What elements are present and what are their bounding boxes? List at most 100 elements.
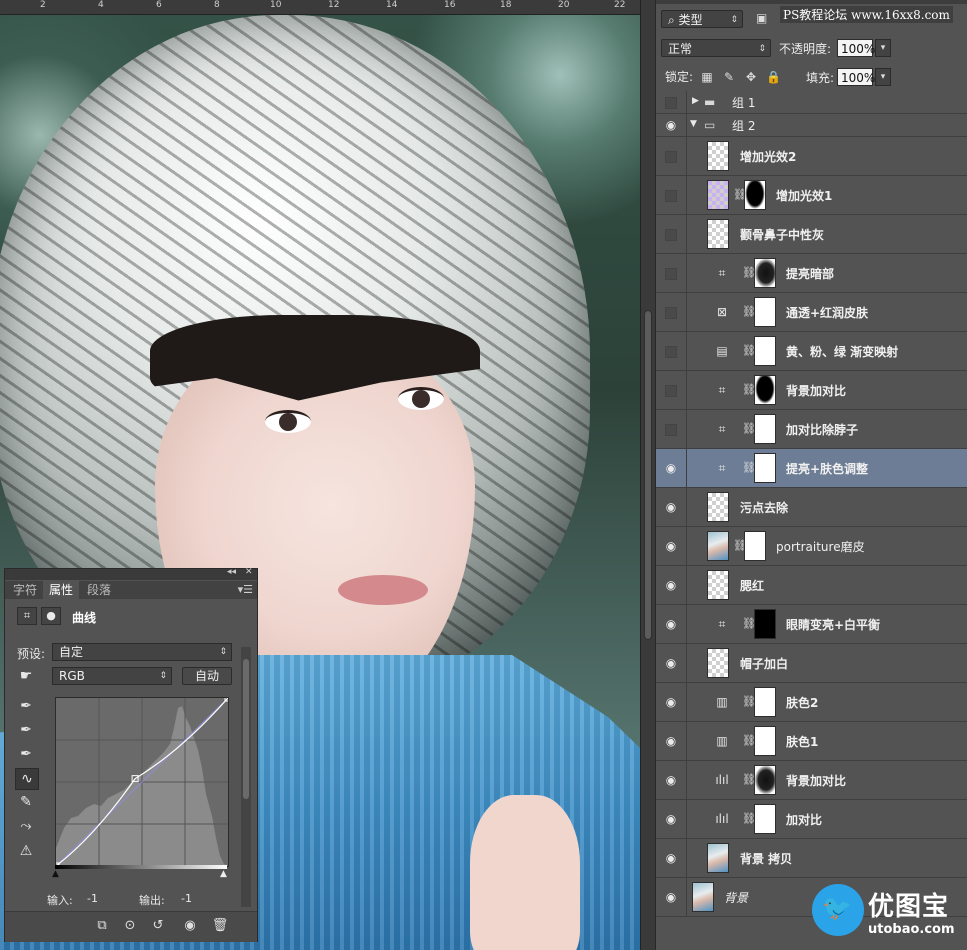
properties-scrollbar[interactable] xyxy=(241,647,251,907)
link-chain-icon[interactable]: ⛓ xyxy=(733,539,747,553)
lock-all-icon[interactable]: 🔒 xyxy=(766,70,781,84)
visibility-toggle[interactable] xyxy=(656,410,687,448)
black-point-slider-icon[interactable]: ▲ xyxy=(52,869,59,879)
layer-mask-thumbnail[interactable] xyxy=(754,609,776,639)
visibility-toggle[interactable]: ◉ xyxy=(656,488,687,526)
opacity-dropdown-icon[interactable]: ▾ xyxy=(875,39,891,57)
link-chain-icon[interactable]: ⛓ xyxy=(742,422,756,436)
blend-mode-select[interactable]: 正常 ⇕ xyxy=(661,39,771,57)
layer-row[interactable]: ▤ ⛓ 黄、粉、绿 渐变映射 xyxy=(656,332,967,371)
layer-row[interactable]: ◉ ▥ ⛓ 肤色1 xyxy=(656,722,967,761)
visibility-toggle[interactable]: ◉ xyxy=(656,878,687,916)
layer-row[interactable]: ◉ ⛓ portraiture磨皮 xyxy=(656,527,967,566)
layer-row[interactable]: ◉ 腮红 xyxy=(656,566,967,605)
layer-row[interactable]: ◉ 背景 拷贝 xyxy=(656,839,967,878)
visibility-toggle[interactable]: ◉ xyxy=(656,644,687,682)
preset-select[interactable]: 自定 ⇕ xyxy=(52,643,232,661)
fill-input[interactable]: 100% xyxy=(837,68,875,86)
link-chain-icon[interactable]: ⛓ xyxy=(733,188,747,202)
clipping-warning-icon[interactable]: ⚠ xyxy=(15,841,37,861)
pencil-tool-icon[interactable]: ✎ xyxy=(15,792,37,812)
auto-button[interactable]: 自动 xyxy=(182,667,232,685)
visibility-toggle[interactable] xyxy=(656,215,687,253)
layer-mask-thumbnail[interactable] xyxy=(754,297,776,327)
eye-icon[interactable]: ◉ xyxy=(664,735,678,747)
fill-dropdown-icon[interactable]: ▾ xyxy=(875,68,891,86)
lock-position-move-icon[interactable]: ✥ xyxy=(744,70,758,84)
visibility-off-box[interactable] xyxy=(665,346,677,358)
reset-icon[interactable]: ↺ xyxy=(149,918,167,934)
panel-title-bar[interactable]: ◂◂ ✕ xyxy=(5,567,257,580)
eye-icon[interactable]: ◉ xyxy=(664,119,678,131)
layer-row[interactable]: 增加光效2 xyxy=(656,137,967,176)
layer-row[interactable]: ◉ ılıl ⛓ 加对比 xyxy=(656,800,967,839)
tab-properties[interactable]: 属性 xyxy=(43,581,80,599)
eye-icon[interactable]: ◉ xyxy=(664,579,678,591)
targeted-adjust-hand-icon[interactable]: ☛ xyxy=(15,666,37,686)
opacity-input[interactable]: 100% xyxy=(837,39,875,57)
layer-mask-thumbnail[interactable] xyxy=(754,453,776,483)
white-eyedropper-icon[interactable]: ✒ xyxy=(15,744,37,764)
eye-icon[interactable]: ◉ xyxy=(664,852,678,864)
close-icon[interactable]: ✕ xyxy=(245,567,253,577)
visibility-toggle[interactable] xyxy=(656,176,687,214)
layer-row[interactable]: ◉ ▥ ⛓ 肤色2 xyxy=(656,683,967,722)
link-chain-icon[interactable]: ⛓ xyxy=(742,344,756,358)
visibility-off-box[interactable] xyxy=(665,307,677,319)
visibility-toggle[interactable] xyxy=(656,371,687,409)
tab-character[interactable]: 字符 xyxy=(7,581,43,599)
view-previous-icon[interactable]: ⊙ xyxy=(121,918,139,934)
link-chain-icon[interactable]: ⛓ xyxy=(742,812,756,826)
visibility-eye-icon[interactable]: ◉ xyxy=(181,918,199,934)
layer-row[interactable]: ◉ ⌗ ⛓ 眼睛变亮+白平衡 xyxy=(656,605,967,644)
channel-select[interactable]: RGB ⇕ xyxy=(52,667,172,685)
visibility-toggle[interactable]: ◉ xyxy=(656,800,687,838)
eye-icon[interactable]: ◉ xyxy=(664,540,678,552)
panel-menu-icon[interactable]: ▾☰ xyxy=(238,583,253,596)
layer-row[interactable]: ⛓ 增加光效1 xyxy=(656,176,967,215)
link-chain-icon[interactable]: ⛓ xyxy=(742,617,756,631)
link-chain-icon[interactable]: ⛓ xyxy=(742,266,756,280)
eye-icon[interactable]: ◉ xyxy=(664,891,678,903)
layer-mask-thumbnail[interactable] xyxy=(744,531,766,561)
gray-eyedropper-icon[interactable]: ✒ xyxy=(15,720,37,740)
link-chain-icon[interactable]: ⛓ xyxy=(742,695,756,709)
visibility-toggle[interactable]: ◉ xyxy=(656,449,687,487)
layer-mask-thumbnail[interactable] xyxy=(754,258,776,288)
collapse-icon[interactable]: ◂◂ xyxy=(227,567,236,577)
visibility-toggle[interactable] xyxy=(656,293,687,331)
eye-icon[interactable]: ◉ xyxy=(664,696,678,708)
link-chain-icon[interactable]: ⛓ xyxy=(742,773,756,787)
visibility-toggle[interactable]: ◉ xyxy=(656,114,687,136)
visibility-toggle[interactable]: ◉ xyxy=(656,761,687,799)
visibility-toggle[interactable]: ◉ xyxy=(656,839,687,877)
visibility-toggle[interactable] xyxy=(656,254,687,292)
layer-mask-thumbnail[interactable] xyxy=(744,180,766,210)
layer-mask-thumbnail[interactable] xyxy=(754,726,776,756)
eye-icon[interactable]: ◉ xyxy=(664,657,678,669)
eye-icon[interactable]: ◉ xyxy=(664,618,678,630)
scroll-thumb[interactable] xyxy=(644,310,652,640)
link-chain-icon[interactable]: ⛓ xyxy=(742,734,756,748)
visibility-off-box[interactable] xyxy=(665,97,677,109)
visibility-toggle[interactable] xyxy=(656,91,687,113)
curves-graph[interactable] xyxy=(55,697,229,867)
link-chain-icon[interactable]: ⛓ xyxy=(742,383,756,397)
layer-group-row[interactable]: ▶ ▬ 组 1 xyxy=(656,91,967,114)
curves-adjustment-icon[interactable]: ⌗ xyxy=(17,607,37,625)
eye-icon[interactable]: ◉ xyxy=(664,501,678,513)
visibility-toggle[interactable] xyxy=(656,137,687,175)
visibility-off-box[interactable] xyxy=(665,268,677,280)
visibility-off-box[interactable] xyxy=(665,424,677,436)
visibility-off-box[interactable] xyxy=(665,229,677,241)
layer-row-selected[interactable]: ◉ ⌗ ⛓ 提亮+肤色调整 xyxy=(656,449,967,488)
eye-icon[interactable]: ◉ xyxy=(664,813,678,825)
visibility-toggle[interactable]: ◉ xyxy=(656,683,687,721)
white-point-slider-icon[interactable]: ▲ xyxy=(220,869,227,879)
layer-row[interactable]: ⊠ ⛓ 通透+红润皮肤 xyxy=(656,293,967,332)
smooth-curve-icon[interactable]: ⤳ xyxy=(15,816,37,836)
trash-icon[interactable]: 🗑 xyxy=(211,918,229,934)
layer-mask-thumbnail[interactable] xyxy=(754,336,776,366)
layer-row[interactable]: ⌗ ⛓ 背景加对比 xyxy=(656,371,967,410)
expanded-triangle-icon[interactable]: ▼ xyxy=(690,119,697,129)
